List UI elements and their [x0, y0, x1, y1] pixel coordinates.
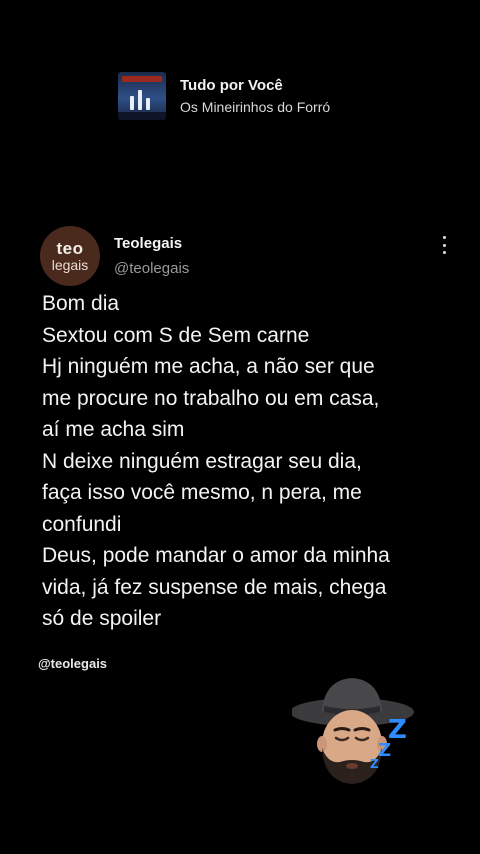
avatar-text-line2: legais: [51, 257, 89, 273]
tweet-line: me procure no trabalho ou em casa,: [42, 386, 380, 410]
user-handle[interactable]: @teolegais: [114, 260, 189, 277]
sleeping-memoji-sticker[interactable]: Z Z Z: [290, 672, 422, 792]
tweet-line: aí me acha sim: [42, 418, 185, 441]
avatar-text-line1: teo: [56, 239, 84, 258]
tweet-line: N deixe ninguém estragar seu dia,: [42, 449, 362, 473]
song-title: Tudo por Você: [180, 77, 283, 94]
zzz-medium: Z: [378, 740, 391, 761]
tweet-line: Deus, pode mandar o amor da minha: [42, 544, 390, 567]
avatar[interactable]: teo legais: [40, 226, 100, 286]
tweet-line: confundi: [42, 512, 122, 536]
zzz-small: Z: [370, 757, 379, 771]
more-options-icon[interactable]: [438, 236, 450, 254]
watermark-handle: @teolegais: [38, 656, 108, 671]
tweet-header: teo legais Teolegais @teolegais: [40, 226, 450, 288]
tweet-text: Bom dia Sextou com S de Sem carne Hj nin…: [42, 288, 452, 635]
tweet-line: só de spoiler: [42, 607, 162, 630]
tweet-line: Sextou com S de Sem carne: [42, 323, 310, 347]
tweet-line: faça isso você mesmo, n pera, me: [42, 481, 362, 504]
album-cover-icon: [118, 72, 166, 120]
display-name[interactable]: Teolegais: [114, 235, 182, 252]
song-artist: Os Mineirinhos do Forró: [180, 99, 331, 115]
tweet-line: Hj ninguém me acha, a não ser que: [42, 355, 375, 378]
music-sticker[interactable]: Tudo por Você Os Mineirinhos do Forró: [118, 72, 378, 120]
tweet-line: vida, já fez suspense de mais, chega: [42, 575, 387, 599]
tweet-line: Bom dia: [42, 292, 120, 315]
sleeping-cowboy-memoji-icon: Z Z Z: [290, 678, 414, 784]
